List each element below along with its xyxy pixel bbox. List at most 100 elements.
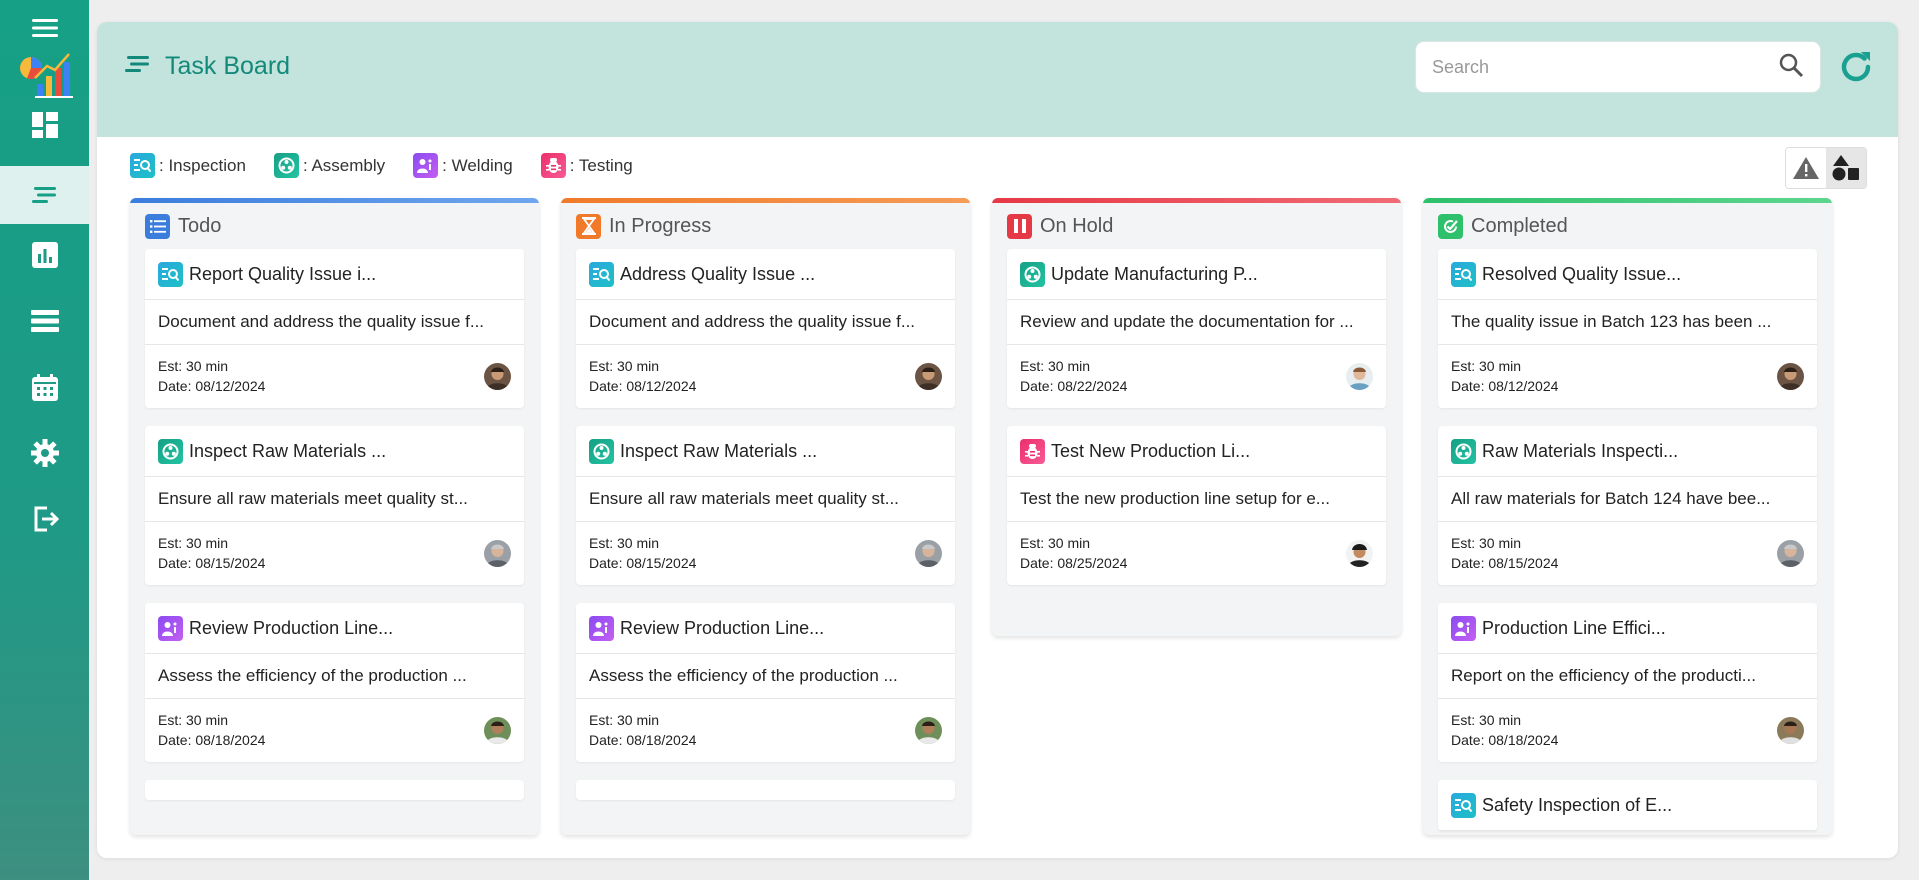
task-estimate: Est: 30 min [1020,535,1091,551]
inspection-icon [589,261,614,287]
task-estimate: Est: 30 min [1451,535,1522,551]
task-description: Test the new production line setup for e… [1007,477,1386,522]
shapes-view-icon[interactable] [1826,148,1866,188]
assembly-icon [1020,261,1045,287]
legend-label: : Assembly [302,155,386,175]
task-date: Date: 08/15/2024 [158,555,266,571]
column-title: On Hold [1040,214,1114,237]
task-card[interactable]: Resolved Quality Issue... The quality is… [1438,249,1817,408]
avatar [915,716,942,744]
task-date: Date: 08/12/2024 [1451,378,1559,394]
task-description: The quality issue in Batch 123 has been … [1438,300,1817,345]
task-title: Review Production Line... [189,617,394,638]
task-card[interactable]: Inspect Raw Materials ... Ensure all raw… [145,426,524,585]
assembly-icon [1451,438,1476,464]
inspection-icon [130,153,155,178]
check-circle-icon [1438,213,1463,239]
task-estimate: Est: 30 min [589,535,660,551]
legend-welding: : Welding [413,153,513,178]
assembly-icon [273,153,299,178]
page-title: Task Board [165,52,291,80]
task-title: Update Manufacturing P... [1051,263,1258,284]
task-date: Date: 08/12/2024 [589,378,697,394]
task-estimate: Est: 30 min [1020,358,1091,374]
task-card-partial[interactable] [145,780,524,800]
task-card[interactable]: Update Manufacturing P... Review and upd… [1007,249,1386,408]
dashboard-icon[interactable] [0,100,89,150]
task-description: Ensure all raw materials meet quality st… [145,477,524,522]
inspection-icon [1451,261,1476,287]
logout-icon[interactable] [0,494,89,544]
list-icon[interactable] [0,296,89,346]
task-card[interactable]: Safety Inspection of E... [1438,780,1817,831]
inspection-icon [1451,792,1476,818]
task-title: Inspect Raw Materials ... [189,440,387,461]
task-title: Safety Inspection of E... [1482,794,1673,815]
task-card[interactable]: Report Quality Issue i... Document and a… [145,249,524,408]
header: Task Board [97,22,1898,137]
task-description: All raw materials for Batch 124 have bee… [1438,477,1817,522]
avatar [484,716,511,744]
task-card[interactable]: Inspect Raw Materials ... Ensure all raw… [576,426,955,585]
task-estimate: Est: 30 min [158,535,229,551]
bar-chart-icon[interactable] [0,230,89,280]
task-title: Inspect Raw Materials ... [620,440,818,461]
task-card[interactable]: Raw Materials Inspecti... All raw materi… [1438,426,1817,585]
sidebar [0,0,89,880]
refresh-icon[interactable] [1834,45,1878,89]
page-title-group: Task Board [125,52,290,81]
column-in-progress: In Progress Address Quality Issue ... Do… [561,198,970,835]
task-date: Date: 08/22/2024 [1020,378,1128,394]
task-card[interactable]: Review Production Line... Assess the eff… [576,603,955,762]
column-todo: Todo Report Quality Issue i... Document … [130,198,539,835]
avatar [484,539,511,567]
task-title: Raw Materials Inspecti... [1482,440,1679,461]
task-date: Date: 08/25/2024 [1020,555,1128,571]
task-card[interactable]: Address Quality Issue ... Document and a… [576,249,955,408]
task-description: Assess the efficiency of the production … [576,654,955,699]
legend-label: : Testing [569,155,633,175]
task-date: Date: 08/18/2024 [1451,732,1559,748]
task-card[interactable]: Review Production Line... Assess the eff… [145,603,524,762]
column-header: Completed [1423,203,1832,249]
gear-icon[interactable] [0,428,89,478]
task-card[interactable]: Test New Production Li... Test the new p… [1007,426,1386,585]
task-card-partial[interactable] [576,780,955,800]
welding-icon [589,615,614,641]
task-description: Document and address the quality issue f… [145,300,524,345]
search-box[interactable] [1415,41,1821,93]
task-description: Ensure all raw materials meet quality st… [576,477,955,522]
main-panel: Task Board : Inspection : Assembly : Wel… [97,22,1898,858]
legend-assembly: : Assembly [273,153,386,178]
task-card[interactable]: Production Line Effici... Report on the … [1438,603,1817,762]
avatar [915,539,942,567]
legend-label: : Welding [442,155,513,175]
task-type-legend: : Inspection : Assembly : Welding : Test… [130,153,633,178]
legend-inspection: : Inspection [130,153,246,178]
task-estimate: Est: 30 min [1451,712,1522,728]
search-icon[interactable] [1778,52,1804,83]
welding-icon [158,615,183,641]
calendar-icon[interactable] [0,362,89,412]
assembly-icon [158,438,183,464]
column-title: Completed [1471,214,1568,237]
task-board-icon[interactable] [0,166,89,224]
legend-label: : Inspection [159,155,246,175]
task-description: Assess the efficiency of the production … [145,654,524,699]
task-estimate: Est: 30 min [589,712,660,728]
task-title: Resolved Quality Issue... [1482,263,1682,284]
task-board-icon [125,55,151,78]
column-on-hold: On Hold Update Manufacturing P... Review… [992,198,1401,636]
task-date: Date: 08/15/2024 [589,555,697,571]
column-title: Todo [178,214,222,237]
task-estimate: Est: 30 min [589,358,660,374]
warning-view-icon[interactable] [1786,148,1826,188]
avatar [915,362,942,390]
search-input[interactable] [1432,56,1778,78]
assembly-icon [589,438,614,464]
task-title: Test New Production Li... [1051,440,1251,461]
avatar [1346,539,1373,567]
hourglass-icon [576,213,601,239]
task-date: Date: 08/15/2024 [1451,555,1559,571]
inspection-icon [158,261,183,287]
